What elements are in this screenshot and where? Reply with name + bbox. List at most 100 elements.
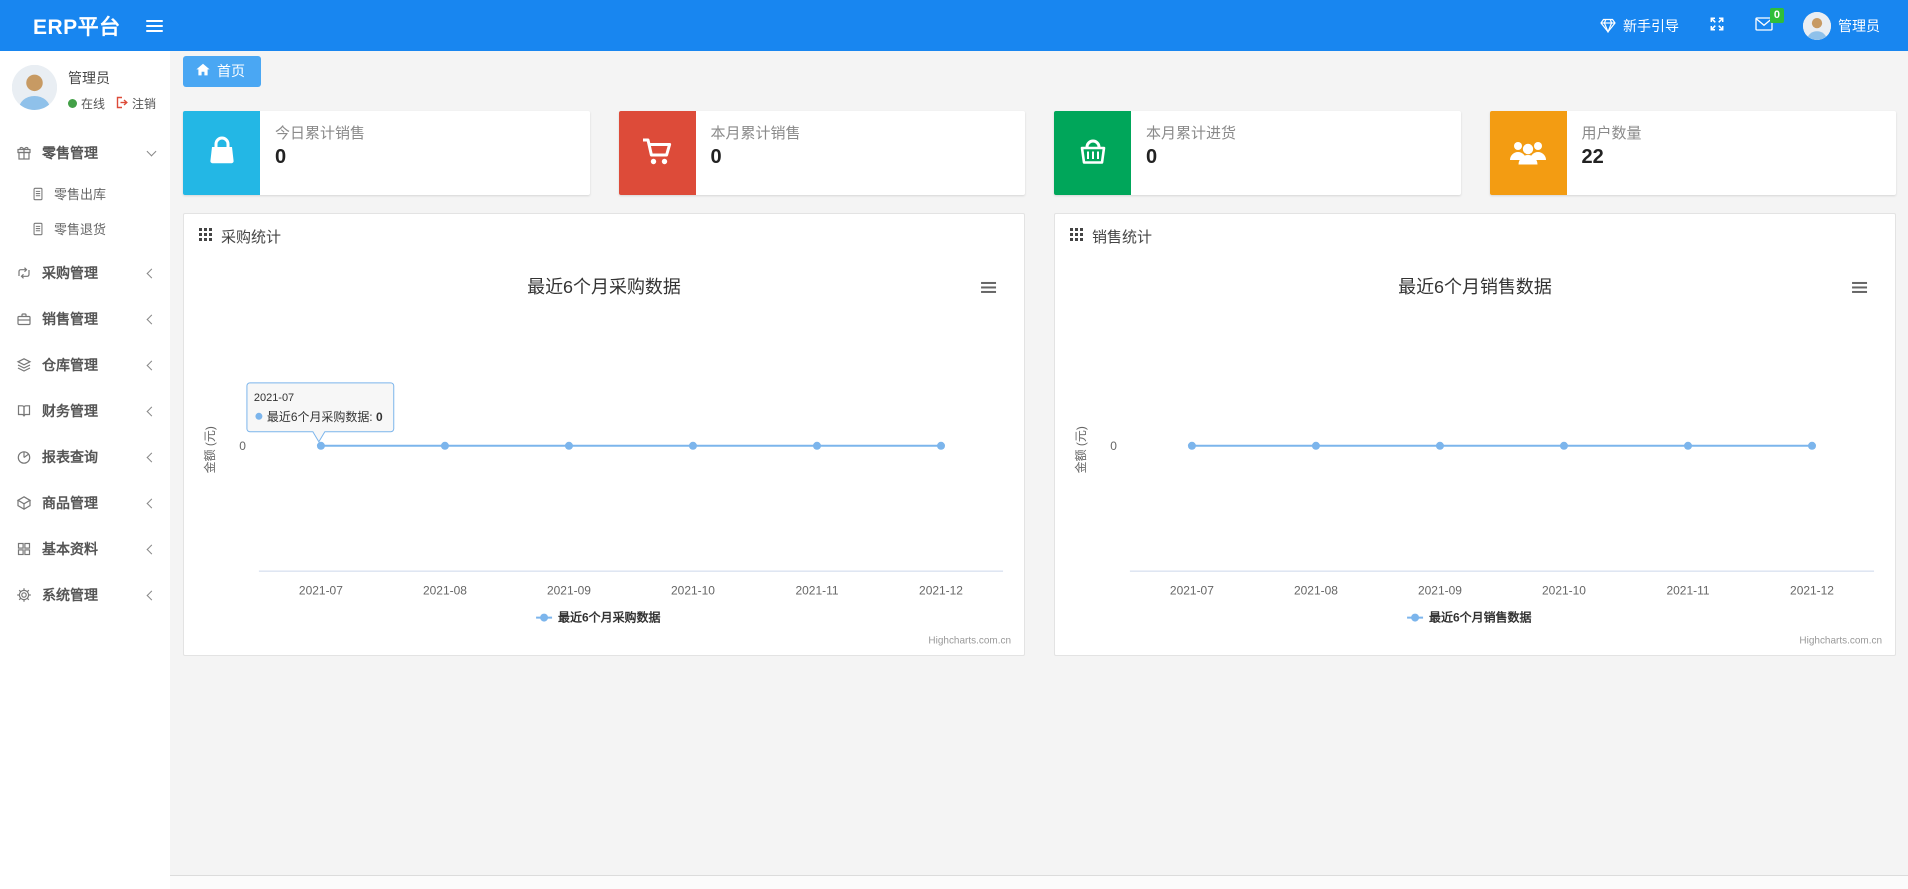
- stat-title: 今日累计销售: [275, 125, 366, 142]
- stat-value: 0: [1146, 146, 1158, 168]
- credits-label[interactable]: Highcharts.com.cn: [928, 636, 1011, 647]
- sidebar: 管理员 在线 注销 零售管理 零售出库 零售退货 采购管理 销售管理 仓库管理 …: [0, 51, 170, 889]
- x-tick-label: 2021-08: [1294, 584, 1338, 598]
- top-navbar: ERP平台 新手引导 0 管理员: [0, 0, 1908, 51]
- sidebar-item-retail-return[interactable]: 零售退货: [0, 211, 170, 246]
- chevron-left-icon: [146, 498, 157, 508]
- navbar-right: 新手引导 0 管理员: [1599, 8, 1908, 40]
- y-tick-label: 0: [1110, 439, 1117, 453]
- th-grid-icon: [199, 228, 212, 245]
- y-tick-label: 0: [239, 439, 246, 453]
- sales-stats-panel: 销售统计 最近6个月销售数据 金额 (元) 0 2021-07 2021-08 2021-…: [1054, 213, 1896, 656]
- page-footer: [170, 875, 1908, 889]
- stat-value: 0: [710, 146, 722, 168]
- sales-line-chart: 最近6个月销售数据金额 (元) 02021-07 2021-08 2021-09 202…: [1073, 277, 1882, 647]
- users-icon: [1507, 131, 1549, 176]
- th-grid-icon: [1070, 228, 1083, 245]
- chart-title: 最近6个月采购数据: [527, 277, 681, 297]
- sidebar-item-basic-data[interactable]: 基本资料: [0, 526, 170, 572]
- x-tick-label: 2021-08: [423, 584, 467, 598]
- data-point-marker[interactable]: [316, 441, 325, 450]
- data-point-marker[interactable]: [1435, 441, 1444, 450]
- sidebar-item-goods-management[interactable]: 商品管理: [0, 480, 170, 526]
- y-axis-title: 金额 (元): [1073, 426, 1088, 473]
- legend-item[interactable]: 最近6个月销售数据: [1407, 610, 1531, 625]
- x-tick-label: 2021-10: [671, 584, 715, 598]
- credits-label[interactable]: Highcharts.com.cn: [1799, 636, 1882, 647]
- x-tick-label: 2021-10: [1542, 584, 1586, 598]
- chevron-left-icon: [146, 360, 157, 370]
- fullscreen-button[interactable]: [1709, 16, 1725, 35]
- sign-out-icon: [116, 96, 129, 112]
- data-point-marker[interactable]: [1559, 441, 1568, 450]
- stat-title: 用户数量: [1581, 125, 1642, 142]
- purchase-line-chart: 最近6个月采购数据金额 (元) 02021-07 2021-08 2021-09 202…: [202, 277, 1011, 647]
- chevron-left-icon: [146, 452, 157, 462]
- shopping-basket-icon: [1073, 131, 1113, 176]
- user-menu[interactable]: 管理员: [1803, 11, 1880, 40]
- home-icon: [196, 63, 210, 79]
- sidebar-item-retail-management[interactable]: 零售管理: [0, 130, 170, 176]
- main-content: 首页 今日累计销售 0 本月累计销售 0 本月累计进货 0 用户数量 22 采购…: [170, 51, 1908, 889]
- document-icon: [29, 187, 46, 201]
- chart-title: 最近6个月销售数据: [1398, 277, 1552, 297]
- briefcase-icon: [15, 311, 32, 327]
- guide-link[interactable]: 新手引导: [1599, 16, 1679, 36]
- data-point-marker[interactable]: [813, 441, 821, 450]
- data-point-marker[interactable]: [1684, 441, 1692, 450]
- y-axis-title: 金额 (元): [202, 426, 217, 473]
- stat-value: 22: [1581, 146, 1604, 168]
- online-status-label: 在线: [81, 97, 106, 111]
- layers-icon: [15, 357, 32, 373]
- sidebar-item-report-query[interactable]: 报表查询: [0, 434, 170, 480]
- stat-card-month-sales: 本月累计销售 0: [618, 111, 1025, 195]
- x-tick-label: 2021-07: [1170, 584, 1214, 598]
- chevron-left-icon: [146, 314, 157, 324]
- avatar: [1803, 11, 1831, 40]
- chevron-left-icon: [146, 406, 157, 416]
- stat-cards-row: 今日累计销售 0 本月累计销售 0 本月累计进货 0 用户数量 22: [183, 111, 1896, 195]
- shopping-bag-icon: [202, 131, 242, 176]
- sidebar-toggle-button[interactable]: [140, 11, 169, 41]
- sidebar-item-finance-management[interactable]: 财务管理: [0, 388, 170, 434]
- panel-title: 销售统计: [1092, 229, 1153, 246]
- sidebar-item-sales-management[interactable]: 销售管理: [0, 296, 170, 342]
- messages-button[interactable]: 0: [1755, 8, 1784, 34]
- gear-icon: [15, 587, 32, 603]
- data-point-marker[interactable]: [937, 441, 946, 450]
- data-point-marker[interactable]: [564, 441, 573, 450]
- x-tick-label: 2021-09: [547, 584, 591, 598]
- stat-value: 0: [275, 146, 287, 168]
- shopping-cart-icon: [637, 131, 677, 176]
- sidebar-item-warehouse-management[interactable]: 仓库管理: [0, 342, 170, 388]
- sidebar-item-purchase-management[interactable]: 采购管理: [0, 250, 170, 296]
- data-point-marker[interactable]: [440, 441, 449, 450]
- sidebar-item-system-management[interactable]: 系统管理: [0, 572, 170, 618]
- pie-chart-icon: [15, 449, 32, 465]
- sidebar-menu: 零售管理 零售出库 零售退货 采购管理 销售管理 仓库管理 财务管理 报表查询 …: [0, 130, 170, 618]
- chart-context-menu-button[interactable]: [1852, 281, 1868, 293]
- guide-label: 新手引导: [1623, 17, 1679, 34]
- data-point-marker[interactable]: [1311, 441, 1320, 450]
- legend-item[interactable]: 最近6个月采购数据: [536, 610, 660, 625]
- online-status-icon: [68, 99, 77, 108]
- gem-icon: [1599, 18, 1616, 33]
- x-tick-label: 2021-09: [1418, 584, 1462, 598]
- breadcrumb-home-label: 首页: [217, 63, 245, 79]
- logout-link[interactable]: 注销: [116, 95, 156, 112]
- tooltip-header: 2021-07: [254, 392, 294, 404]
- data-point-marker[interactable]: [1187, 441, 1196, 450]
- sidebar-item-retail-outbound[interactable]: 零售出库: [0, 176, 170, 211]
- chart-context-menu-button[interactable]: [981, 281, 997, 293]
- user-name: 管理员: [1838, 17, 1880, 34]
- breadcrumb-home-tab[interactable]: 首页: [183, 56, 261, 87]
- chevron-left-icon: [146, 590, 157, 600]
- open-book-icon: [15, 403, 32, 419]
- app-title: ERP平台: [33, 15, 121, 39]
- chart-tooltip: 2021-07 最近6个月采购数据: 0: [246, 382, 395, 443]
- stat-card-month-purchase: 本月累计进货 0: [1054, 111, 1461, 195]
- data-point-marker[interactable]: [688, 441, 697, 450]
- panel-title: 采购统计: [221, 229, 282, 246]
- data-point-marker[interactable]: [1808, 441, 1817, 450]
- purchase-stats-panel: 采购统计 最近6个月采购数据 金额 (元) 0 2021-07 2021-08 2021-…: [183, 213, 1025, 656]
